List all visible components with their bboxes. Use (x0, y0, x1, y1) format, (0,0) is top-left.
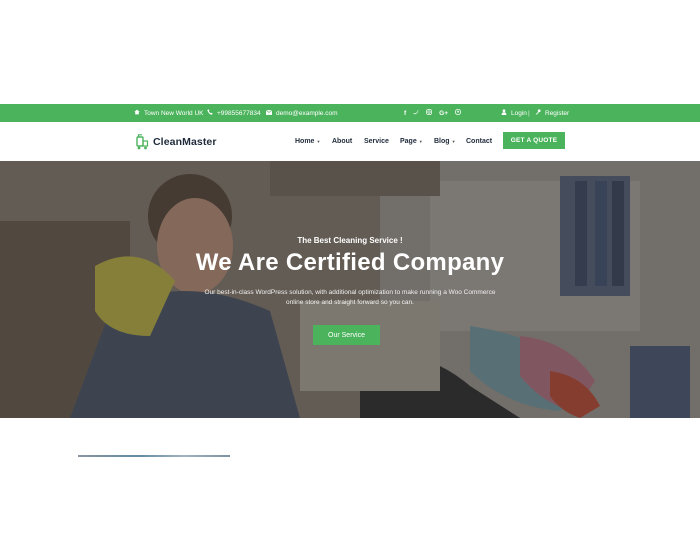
email-text: demo@example.com (276, 109, 338, 117)
brand-name: CleanMaster (153, 136, 217, 148)
cleaning-cart-icon (135, 134, 149, 150)
main-header: CleanMaster Home ▼ About Service Page ▼ Bl… (0, 122, 700, 161)
pinterest-icon[interactable] (454, 108, 462, 117)
instagram-icon[interactable] (426, 109, 432, 117)
envelope-icon (265, 109, 273, 117)
chevron-down-icon: ▼ (451, 139, 456, 144)
twitter-icon[interactable] (413, 109, 419, 117)
top-bar: Town New World UK +99855677834 demo@exam… (0, 104, 700, 122)
get-a-quote-button[interactable]: GET A QUOTE (503, 132, 565, 149)
hero-description: Our best-in-class WordPress solution, wi… (204, 289, 496, 306)
nav-contact[interactable]: Contact (466, 122, 492, 161)
location-text: Town New World UK (144, 109, 204, 117)
facebook-icon[interactable]: f (404, 110, 406, 117)
login-link[interactable]: Login (501, 104, 527, 122)
nav-page[interactable]: Page ▼ (400, 122, 423, 161)
chevron-down-icon: ▼ (316, 139, 321, 144)
nav-contact-label: Contact (466, 138, 493, 145)
key-icon (535, 109, 541, 117)
register-text: Register (545, 109, 570, 117)
nav-home-label: Home (295, 138, 315, 145)
nav-service[interactable]: Service (364, 122, 389, 161)
email-info[interactable]: demo@example.com (265, 104, 338, 122)
register-link[interactable]: Register (535, 104, 569, 122)
nav-page-label: Page (400, 138, 417, 145)
location-info: Town New World UK (134, 104, 203, 122)
nav-about[interactable]: About (332, 122, 352, 161)
next-section-image-edge (78, 455, 230, 457)
nav-about-label: About (332, 138, 353, 145)
hero-banner: The Best Cleaning Service ! We Are Certi… (0, 161, 700, 418)
topbar-separator: | (528, 109, 530, 117)
login-text: Login (511, 109, 527, 117)
nav-service-label: Service (364, 138, 389, 145)
site-logo[interactable]: CleanMaster (135, 133, 217, 151)
phone-text: +99855677834 (217, 109, 261, 117)
nav-home[interactable]: Home ▼ (295, 122, 320, 161)
nav-blog[interactable]: Blog ▼ (434, 122, 456, 161)
home-icon (134, 109, 140, 117)
phone-icon (207, 109, 213, 117)
google-plus-icon[interactable]: G+ (439, 110, 448, 117)
phone-info[interactable]: +99855677834 (207, 104, 261, 122)
user-icon (501, 109, 507, 117)
hero-title: We Are Certified Company (195, 249, 505, 276)
hero-subtitle: The Best Cleaning Service ! (297, 236, 403, 245)
social-links: f G+ (404, 104, 462, 122)
our-service-button[interactable]: Our Service (313, 325, 380, 345)
nav-blog-label: Blog (434, 138, 450, 145)
chevron-down-icon: ▼ (418, 139, 423, 144)
